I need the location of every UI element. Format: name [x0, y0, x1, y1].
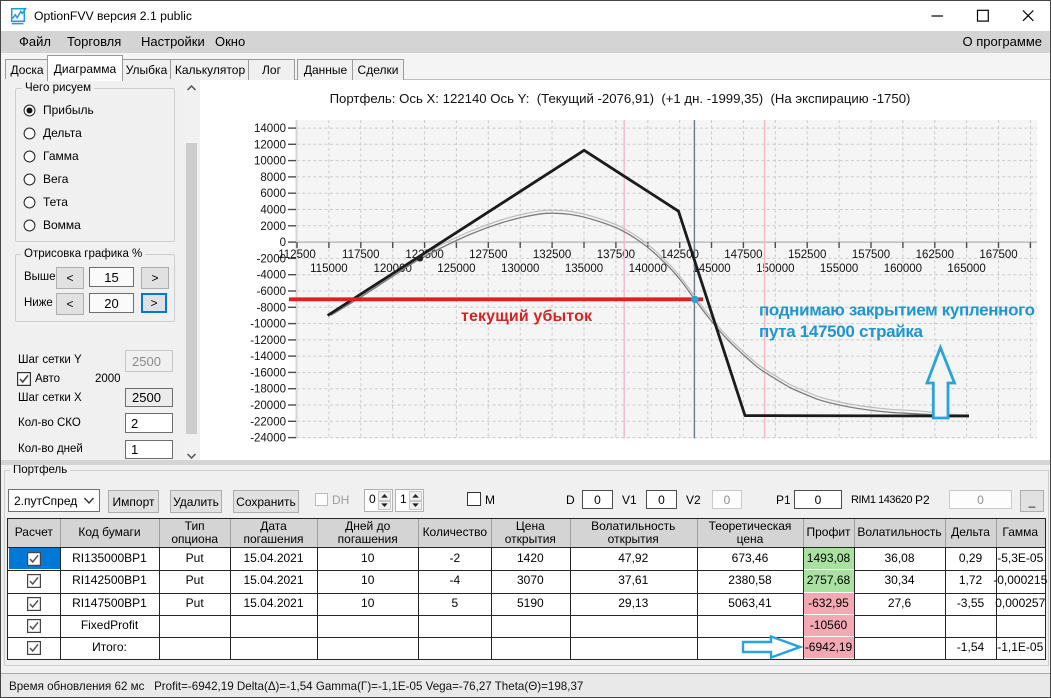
svg-text:162500: 162500	[916, 249, 954, 261]
svg-text:132500: 132500	[533, 249, 571, 261]
svg-text:4000: 4000	[260, 205, 286, 217]
svg-text:137500: 137500	[597, 249, 635, 261]
svg-text:поднимаю закрытием купленного: поднимаю закрытием купленного	[759, 301, 1035, 320]
svg-text:6000: 6000	[260, 188, 286, 200]
svg-text:-6000: -6000	[257, 286, 286, 298]
svg-text:0: 0	[280, 237, 286, 249]
svg-text:14000: 14000	[254, 123, 286, 135]
svg-text:-22000: -22000	[250, 416, 286, 428]
svg-text:140000: 140000	[629, 263, 667, 275]
svg-text:117500: 117500	[342, 249, 380, 261]
svg-text:167500: 167500	[979, 249, 1017, 261]
svg-text:135000: 135000	[565, 263, 603, 275]
svg-text:-4000: -4000	[257, 270, 286, 282]
svg-text:8000: 8000	[260, 172, 286, 184]
svg-text:-8000: -8000	[257, 302, 286, 314]
svg-text:текущий убыток: текущий убыток	[461, 308, 593, 325]
svg-text:150000: 150000	[756, 263, 794, 275]
svg-text:155000: 155000	[820, 263, 858, 275]
svg-text:-20000: -20000	[250, 400, 286, 412]
svg-text:-12000: -12000	[250, 335, 286, 347]
svg-text:-24000: -24000	[250, 433, 286, 445]
svg-text:130000: 130000	[501, 263, 539, 275]
svg-text:127500: 127500	[469, 249, 507, 261]
svg-text:пута 147500 страйка: пута 147500 страйка	[759, 322, 924, 341]
svg-text:2000: 2000	[260, 221, 286, 233]
svg-text:115000: 115000	[310, 263, 348, 275]
svg-text:-16000: -16000	[250, 367, 286, 379]
svg-text:160000: 160000	[884, 263, 922, 275]
svg-text:125000: 125000	[437, 263, 475, 275]
svg-text:-18000: -18000	[250, 384, 286, 396]
svg-text:10000: 10000	[254, 156, 286, 168]
svg-text:147500: 147500	[724, 249, 762, 261]
svg-text:12000: 12000	[254, 139, 286, 151]
svg-text:165000: 165000	[947, 263, 985, 275]
svg-text:112500: 112500	[278, 249, 316, 261]
svg-text:157500: 157500	[852, 249, 890, 261]
svg-text:-10000: -10000	[250, 319, 286, 331]
svg-text:152500: 152500	[788, 249, 826, 261]
svg-text:-14000: -14000	[250, 351, 286, 363]
